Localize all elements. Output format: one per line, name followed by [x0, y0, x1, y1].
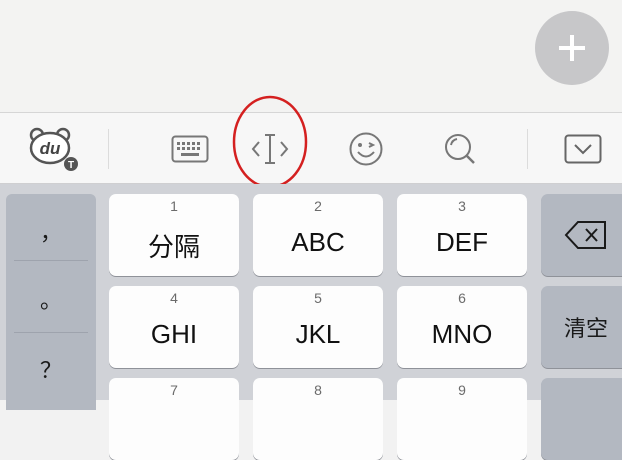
key-label: JKL	[295, 319, 341, 349]
collapse-keyboard-button[interactable]	[550, 113, 616, 185]
key-number: 4	[170, 290, 178, 306]
key-1[interactable]: 1 分隔	[109, 194, 239, 276]
add-button[interactable]	[535, 11, 609, 85]
search-icon	[445, 134, 475, 164]
du-logo-icon: du T	[29, 127, 78, 171]
key-number: 9	[458, 382, 466, 398]
plus-icon	[559, 35, 585, 61]
punct-period-key[interactable]: 。	[6, 268, 96, 330]
punct-question-key[interactable]: ？	[6, 338, 96, 400]
collapse-keyboard-icon	[564, 134, 602, 164]
key-4[interactable]: 4 GHI	[109, 286, 239, 368]
punctuation-column: ， 。 ？	[6, 194, 96, 410]
logo-badge: T	[68, 160, 74, 171]
key-number: 2	[314, 198, 322, 214]
keyboard-toolbar: du T	[0, 112, 622, 184]
key-label: MNO	[431, 319, 493, 349]
emoji-icon	[349, 132, 383, 166]
key-8[interactable]: 8	[253, 378, 383, 460]
punct-comma-key[interactable]: ，	[6, 200, 96, 262]
note-area[interactable]	[0, 0, 622, 112]
key-label: DEF	[436, 227, 488, 257]
clear-label: 清空	[563, 316, 608, 341]
key-5[interactable]: 5 JKL	[253, 286, 383, 368]
key-label: GHI	[150, 319, 198, 349]
backspace-icon	[564, 221, 606, 249]
logo-text: du	[40, 139, 61, 158]
key-number: 7	[170, 382, 178, 398]
key-number: 8	[314, 382, 322, 398]
key-number: 6	[458, 290, 466, 306]
du-logo-button[interactable]: du T	[22, 113, 88, 185]
search-button[interactable]	[424, 113, 496, 185]
key-2[interactable]: 2 ABC	[253, 194, 383, 276]
keyboard-switch-button[interactable]	[150, 113, 230, 185]
delete-key[interactable]	[541, 194, 622, 276]
keyboard: ， 。 ？ 1 分隔 2 ABC 3 DEF 4 GHI 5 JKL 6 MNO…	[0, 184, 622, 460]
keyboard-icon	[171, 135, 209, 163]
key-label: 分隔	[147, 232, 200, 262]
cursor-move-icon	[251, 134, 289, 164]
key-7[interactable]: 7	[109, 378, 239, 460]
function-key[interactable]	[541, 378, 622, 460]
cursor-move-button[interactable]	[232, 113, 308, 185]
key-9[interactable]: 9	[397, 378, 527, 460]
key-6[interactable]: 6 MNO	[397, 286, 527, 368]
key-3[interactable]: 3 DEF	[397, 194, 527, 276]
key-number: 1	[170, 198, 178, 214]
clear-key[interactable]: 清空	[541, 286, 622, 368]
key-number: 3	[458, 198, 466, 214]
key-number: 5	[314, 290, 322, 306]
key-label: ABC	[291, 227, 345, 257]
emoji-button[interactable]	[330, 113, 402, 185]
